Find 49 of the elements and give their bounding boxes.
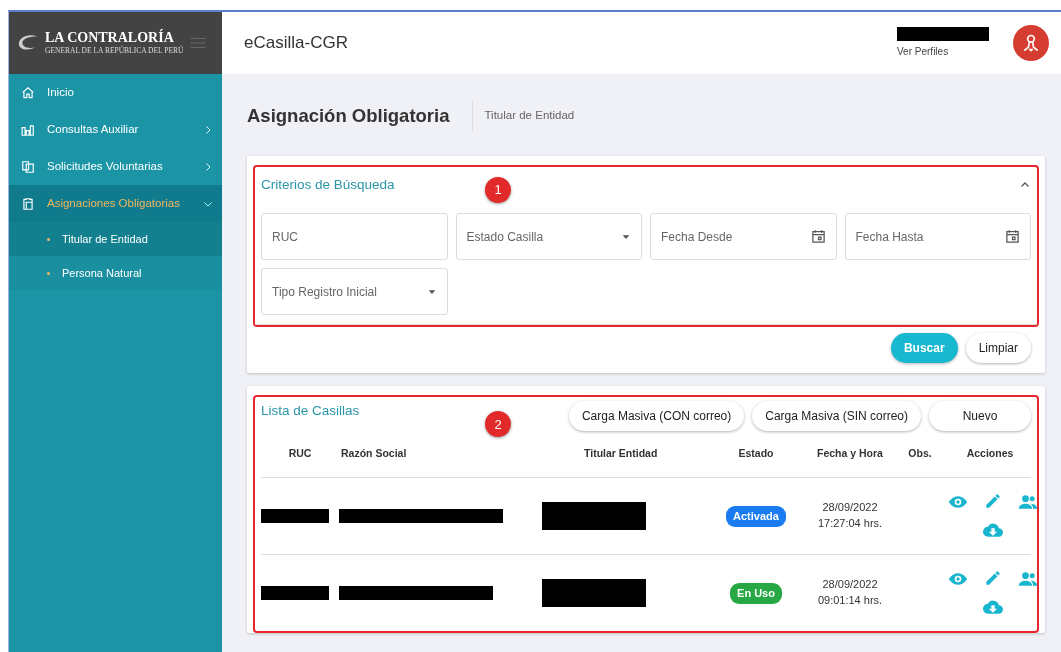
- date-text: 28/09/2022: [821, 577, 879, 593]
- breadcrumb: Titular de Entidad: [471, 100, 575, 132]
- column-header: Titular Entidad: [583, 446, 659, 462]
- date-field[interactable]: Fecha Hasta: [844, 213, 1031, 261]
- redaction-bar: [261, 586, 329, 601]
- dropdown-field[interactable]: Tipo Registro Inicial: [261, 268, 448, 316]
- date-text: 28/09/2022: [821, 500, 879, 516]
- column-header: Obs.: [907, 446, 933, 462]
- profile-link[interactable]: Ver Perfiles: [897, 44, 989, 59]
- submenu-item[interactable]: Titular de Entidad: [9, 222, 222, 256]
- logo-title: LA CONTRALORÍA: [45, 31, 174, 46]
- status-badge: En Uso: [730, 583, 782, 604]
- redaction-bar: [261, 509, 329, 524]
- panel-title: Criterios de Búsqueda: [261, 176, 395, 194]
- pencil-icon[interactable]: [984, 492, 1002, 511]
- sidebar-item[interactable]: Inicio: [9, 74, 222, 111]
- calendar-icon: [1005, 229, 1020, 245]
- new-button[interactable]: Nuevo: [929, 401, 1031, 432]
- column-header: Razón Social: [340, 446, 408, 462]
- time-text: 09:01:14 hrs.: [817, 593, 883, 609]
- annotation-number: 1: [485, 177, 511, 203]
- page-title: Asignación Obligatoria: [247, 104, 450, 129]
- bullet-icon: [47, 271, 50, 275]
- copy-icon: [21, 159, 35, 174]
- column-header: Estado: [737, 446, 775, 462]
- panel-title: Lista de Casillas: [261, 402, 361, 421]
- bulk-upload-button[interactable]: Carga Masiva (SIN correo): [752, 401, 921, 432]
- annotation-number: 2: [485, 411, 511, 438]
- submenu-item[interactable]: Persona Natural: [9, 256, 222, 290]
- time-text: 17:27:04 hrs.: [817, 516, 883, 532]
- home-icon: [21, 85, 35, 100]
- bulk-upload-button[interactable]: Carga Masiva (CON correo): [568, 401, 745, 432]
- status-badge: Activada: [726, 506, 786, 527]
- calendar-icon: [810, 229, 826, 245]
- column-header: RUC: [287, 446, 313, 462]
- clear-button[interactable]: Limpiar: [965, 333, 1031, 364]
- sidebar-item[interactable]: Consultas Auxiliar: [9, 111, 222, 148]
- column-header: Acciones: [965, 446, 1015, 462]
- clipboard-icon: [21, 196, 35, 211]
- user-avatar[interactable]: [1013, 25, 1049, 61]
- dropdown-field[interactable]: Estado Casilla: [455, 213, 642, 261]
- date-field[interactable]: Fecha Desde: [650, 213, 837, 261]
- app-title: eCasilla-CGR: [244, 32, 349, 55]
- input-field[interactable]: RUC: [261, 213, 448, 261]
- sidebar-item[interactable]: Solicitudes Voluntarias: [9, 148, 222, 185]
- bar-chart-icon: [21, 122, 35, 137]
- bullet-icon: [47, 237, 50, 241]
- column-header: Fecha y Hora: [816, 446, 884, 462]
- pencil-icon[interactable]: [984, 569, 1002, 588]
